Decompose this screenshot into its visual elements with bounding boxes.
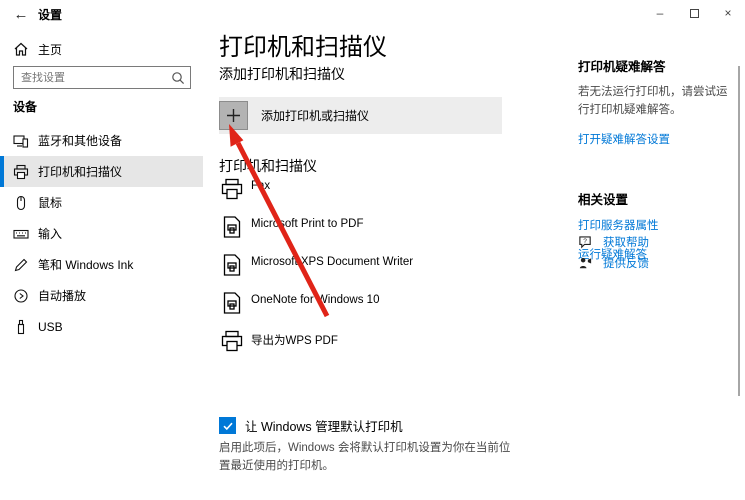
add-printer-label: 添加打印机或扫描仪 xyxy=(261,109,370,123)
back-button[interactable]: ← xyxy=(10,3,32,25)
troubleshoot-text: 若无法运行打印机，请尝试运行打印机疑难解答。 xyxy=(578,86,728,116)
printer-name: 导出为WPS PDF xyxy=(251,335,338,347)
titlebar: ← 设置 – × xyxy=(0,0,745,28)
sidebar: 主页 设备 蓝牙和其他设备 打印机和扫描仪 xyxy=(0,28,203,500)
printer-row-fax[interactable]: Fax xyxy=(219,172,502,210)
sidebar-item-printers[interactable]: 打印机和扫描仪 xyxy=(0,156,203,187)
printer-name: Microsoft XPS Document Writer xyxy=(251,256,414,268)
default-printer-description: 启用此项后，Windows 会将默认打印机设置为你在当前位置最近使用的打印机。 xyxy=(219,442,511,472)
sidebar-item-usb[interactable]: USB xyxy=(0,311,203,342)
troubleshoot-title: 打印机疑难解答 xyxy=(578,60,666,74)
add-section-title: 添加打印机和扫描仪 xyxy=(219,66,345,82)
check-icon xyxy=(222,422,233,430)
settings-search xyxy=(13,66,191,89)
sidebar-item-typing[interactable]: 输入 xyxy=(0,218,203,249)
sidebar-nav: 蓝牙和其他设备 打印机和扫描仪 鼠标 输入 笔和 Windows Ink 自动播… xyxy=(0,125,203,342)
plus-tile[interactable] xyxy=(219,101,248,130)
document-printer-icon xyxy=(223,254,241,276)
default-printer-checkbox-row[interactable]: 让 Windows 管理默认打印机 xyxy=(219,416,403,435)
window-title: 设置 xyxy=(38,8,63,22)
sidebar-item-autoplay[interactable]: 自动播放 xyxy=(0,280,203,311)
sidebar-item-label: 自动播放 xyxy=(38,289,87,303)
print-server-properties-link[interactable]: 打印服务器属性 xyxy=(578,217,736,233)
printer-row-wps-pdf[interactable]: 导出为WPS PDF xyxy=(219,324,502,362)
printer-name: OneNote for Windows 10 xyxy=(251,294,380,306)
plus-icon xyxy=(227,109,240,122)
search-icon[interactable] xyxy=(169,69,187,87)
settings-window: ← 设置 – × 主页 设备 xyxy=(0,0,745,500)
printer-row-onenote[interactable]: OneNote for Windows 10 xyxy=(219,286,502,324)
sidebar-item-label: 笔和 Windows Ink xyxy=(38,258,134,272)
printer-row-print-to-pdf[interactable]: Microsoft Print to PDF xyxy=(219,210,502,248)
printer-icon xyxy=(221,178,243,200)
autoplay-icon xyxy=(14,288,28,303)
printer-name: Microsoft Print to PDF xyxy=(251,218,364,230)
sidebar-item-label: USB xyxy=(38,319,63,334)
minimize-icon: – xyxy=(656,6,664,20)
help-icon: ? xyxy=(579,235,591,249)
sidebar-item-label: 鼠标 xyxy=(38,196,63,210)
scrollbar[interactable] xyxy=(738,66,740,396)
back-icon: ← xyxy=(13,5,29,23)
window-controls: – × xyxy=(643,0,745,28)
printer-icon xyxy=(13,164,29,179)
default-printer-label: 让 Windows 管理默认打印机 xyxy=(245,420,403,434)
sidebar-section-title: 设备 xyxy=(13,100,38,114)
open-troubleshoot-settings-link[interactable]: 打开疑难解答设置 xyxy=(578,131,736,147)
pen-icon xyxy=(14,258,28,271)
sidebar-item-bluetooth[interactable]: 蓝牙和其他设备 xyxy=(0,125,203,156)
sidebar-home-label: 主页 xyxy=(38,42,63,57)
keyboard-icon xyxy=(13,229,29,239)
home-icon xyxy=(14,42,28,56)
right-panel: 打印机疑难解答 若无法运行打印机，请尝试运行打印机疑难解答。 打开疑难解答设置 … xyxy=(578,56,736,262)
printer-icon xyxy=(221,330,243,352)
printer-list: Fax Microsoft Print to PDF Microsoft XPS… xyxy=(219,172,502,362)
sidebar-item-label: 蓝牙和其他设备 xyxy=(38,134,123,148)
checkbox-checked-icon[interactable] xyxy=(219,417,236,434)
sidebar-item-pen[interactable]: 笔和 Windows Ink xyxy=(0,249,203,280)
maximize-icon xyxy=(689,8,699,18)
sidebar-item-label: 输入 xyxy=(38,227,63,241)
page-title: 打印机和扫描仪 xyxy=(219,34,387,61)
search-input[interactable] xyxy=(14,71,169,84)
add-printer-button[interactable]: 添加打印机或扫描仪 xyxy=(219,97,502,134)
close-button[interactable]: × xyxy=(711,0,745,26)
get-help-label: 获取帮助 xyxy=(603,237,649,249)
sidebar-item-mouse[interactable]: 鼠标 xyxy=(0,187,203,218)
printer-name: Fax xyxy=(251,180,271,192)
minimize-button[interactable]: – xyxy=(643,0,677,26)
give-feedback-link[interactable]: 提供反馈 xyxy=(578,255,649,271)
mouse-icon xyxy=(16,195,26,210)
document-printer-icon xyxy=(223,216,241,238)
sidebar-item-label: 打印机和扫描仪 xyxy=(38,165,123,179)
document-printer-icon xyxy=(223,292,241,314)
related-settings-title: 相关设置 xyxy=(578,192,629,207)
svg-text:?: ? xyxy=(583,238,587,245)
devices-icon xyxy=(13,134,29,148)
get-help-link[interactable]: ? 获取帮助 xyxy=(578,234,649,250)
feedback-icon xyxy=(579,257,592,268)
printer-row-xps-writer[interactable]: Microsoft XPS Document Writer xyxy=(219,248,502,286)
close-icon: × xyxy=(724,6,732,20)
give-feedback-label: 提供反馈 xyxy=(603,258,649,270)
usb-icon xyxy=(17,319,25,334)
sidebar-item-home[interactable]: 主页 xyxy=(0,36,203,62)
maximize-button[interactable] xyxy=(677,0,711,26)
